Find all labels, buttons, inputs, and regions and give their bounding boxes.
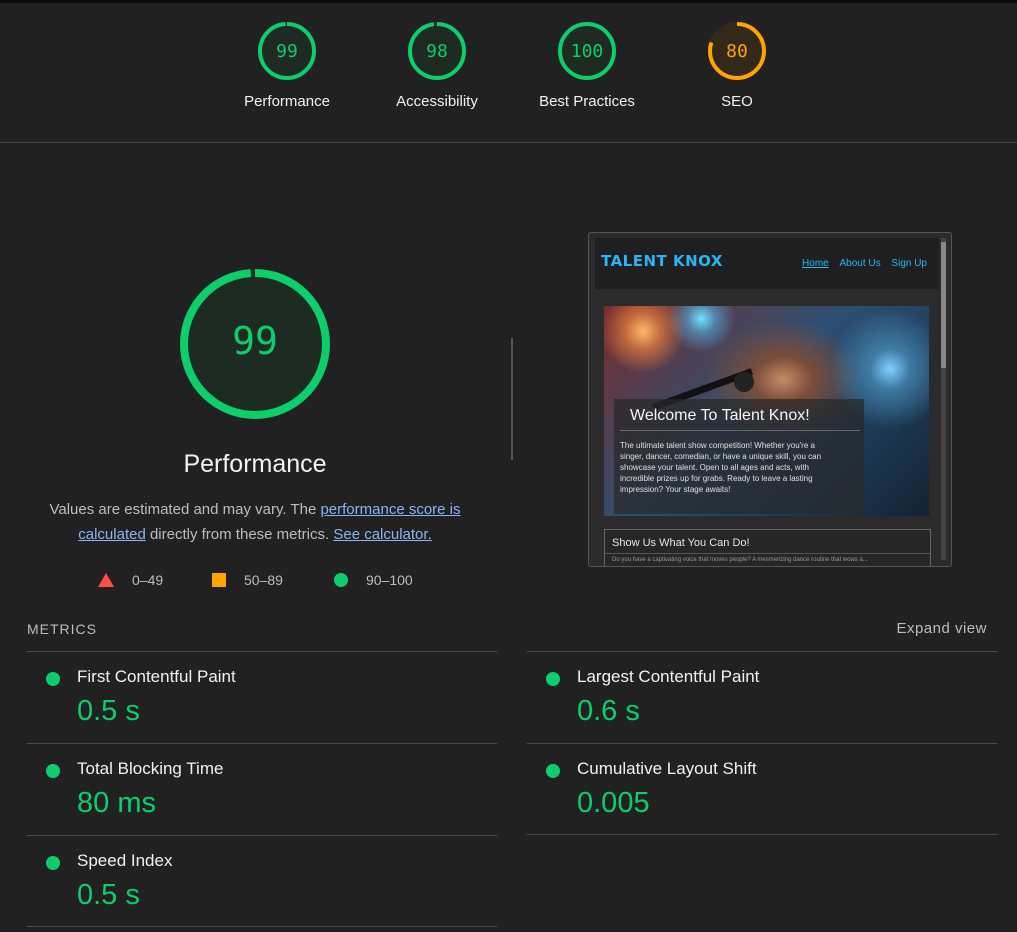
card-title: Show Us What You Can Do! [612,537,750,549]
hero-text-box: Welcome To Talent Knox! The ultimate tal… [614,399,864,514]
metric-value: 0.5 s [77,695,140,727]
metric-value: 0.6 s [577,695,640,727]
legend-fail: 0–49 [98,572,163,588]
hero-text: The ultimate talent show competition! Wh… [620,441,822,494]
gauge-label: Accessibility [396,93,478,110]
performance-description: Values are estimated and may vary. The p… [40,497,470,547]
gauge-label: SEO [721,93,753,110]
legend-pass: 90–100 [334,572,413,588]
desc-text-2: directly from these metrics. [145,526,334,543]
nav-about: About Us [839,258,881,269]
gauge-score: 100 [571,41,604,62]
gauge-label: Performance [244,93,330,110]
gauge-seo[interactable]: 80 SEO [662,21,812,110]
gauge-score: 98 [426,41,448,62]
vertical-divider [511,338,513,460]
hero-image: Welcome To Talent Knox! The ultimate tal… [604,306,929,516]
metric-name: Speed Index [77,851,173,870]
card-text: Do you have a captivating voice that mov… [612,557,868,563]
pass-circle-icon [46,672,60,686]
gauge-ring: 80 [708,22,766,80]
metric-divider [527,834,997,835]
legend-range: 50–89 [244,572,283,588]
gauge-ring: 99 [258,22,316,80]
gauge-best-practices[interactable]: 100 Best Practices [512,21,662,110]
circle-icon [334,573,348,587]
performance-title: Performance [183,450,327,478]
scrollbar-thumb [941,242,946,368]
pass-circle-icon [46,764,60,778]
nav-home: Home [802,258,829,269]
metric-name: Total Blocking Time [77,759,224,778]
gauge-accessibility[interactable]: 98 Accessibility [362,21,512,110]
gauge-ring: 98 [408,22,466,80]
metric-speed-index: Speed Index 0.5 s [27,835,497,927]
screenshot-scrollbar [941,238,946,560]
site-nav-links: Home About Us Sign Up [794,258,927,269]
triangle-icon [98,573,114,587]
final-screenshot[interactable]: TALENT KNOX Home About Us Sign Up Welcom… [588,232,952,567]
desc-text: Values are estimated and may vary. The [49,501,321,518]
gauge-score: 80 [726,41,748,62]
metric-name: Largest Contentful Paint [577,667,760,686]
site-card: Show Us What You Can Do! Do you have a c… [604,529,931,566]
metric-largest-contentful-paint: Largest Contentful Paint 0.6 s [527,651,997,743]
metric-name: Cumulative Layout Shift [577,759,757,778]
hero-divider [620,430,860,431]
metric-name: First Contentful Paint [77,667,236,686]
pass-circle-icon [546,672,560,686]
gauge-ring: 100 [558,22,616,80]
large-gauge-score: 99 [232,319,278,363]
pass-circle-icon [46,856,60,870]
category-gauges: 99 Performance 98 Accessibility 100 Best… [0,3,1017,143]
gauge-ring-large: 99 [180,269,330,419]
performance-gauge-large: 99 [179,268,331,425]
expand-view-toggle[interactable]: Expand view [896,620,987,637]
metric-cumulative-layout-shift: Cumulative Layout Shift 0.005 [527,743,997,835]
metrics-heading: METRICS [27,621,97,637]
metric-value: 80 ms [77,787,156,819]
microphone-head [734,372,754,392]
legend-range: 90–100 [366,572,413,588]
pass-circle-icon [546,764,560,778]
metric-first-contentful-paint: First Contentful Paint 0.5 s [27,651,497,743]
gauge-performance[interactable]: 99 Performance [212,21,362,110]
square-icon [212,573,226,587]
legend-range: 0–49 [132,572,164,588]
metric-divider [27,926,497,927]
card-divider [605,553,930,554]
see-calculator-link[interactable]: See calculator. [333,526,431,543]
metric-value: 0.005 [577,787,650,819]
site-logo: TALENT KNOX [601,252,723,270]
nav-signup: Sign Up [891,258,927,269]
site-navbar: TALENT KNOX Home About Us Sign Up [595,238,939,289]
metric-total-blocking-time: Total Blocking Time 80 ms [27,743,497,835]
gauge-label: Best Practices [539,93,635,110]
legend-average: 50–89 [212,572,283,588]
hero-title: Welcome To Talent Knox! [630,407,810,424]
gauge-score: 99 [276,41,298,62]
metric-value: 0.5 s [77,879,140,911]
